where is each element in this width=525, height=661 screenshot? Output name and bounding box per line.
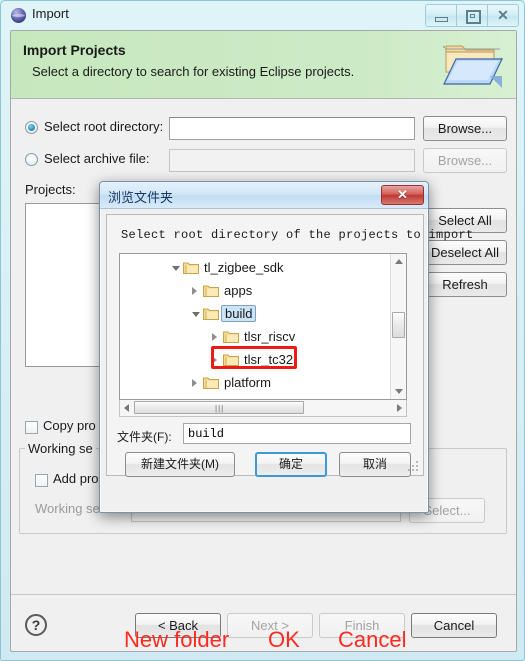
tree-node-label: platform	[224, 375, 271, 390]
import-wizard-window: Import ✕ Import Projects Select a direct…	[0, 0, 525, 661]
tree-horizontal-scrollbar[interactable]: |||	[119, 400, 407, 417]
chevron-right-icon[interactable]	[212, 333, 217, 341]
dialog-body: Select root directory of the projects to…	[106, 214, 473, 477]
chevron-down-icon[interactable]	[192, 312, 200, 321]
open-folder-icon	[442, 40, 504, 90]
folder-name-input[interactable]	[183, 423, 411, 444]
tree-node-label: tl_zigbee_sdk	[204, 260, 284, 275]
chevron-down-icon[interactable]	[172, 266, 180, 275]
window-title: Import	[32, 6, 69, 21]
minimize-icon	[435, 17, 448, 22]
cancel-dialog-button[interactable]: 取消	[339, 452, 411, 477]
window-titlebar: Import ✕	[1, 1, 525, 30]
folder-icon	[223, 353, 239, 366]
deselect-all-button[interactable]: Deselect All	[423, 240, 507, 265]
browse-root-button[interactable]: Browse...	[423, 116, 507, 141]
wizard-banner: Import Projects Select a directory to se…	[11, 31, 516, 99]
scroll-right-icon[interactable]	[397, 404, 402, 412]
folder-icon	[203, 307, 219, 320]
radio-select-root-directory[interactable]	[25, 121, 38, 134]
label-projects: Projects:	[25, 182, 76, 197]
folder-icon	[203, 284, 219, 297]
copy-projects-checkbox[interactable]	[25, 421, 38, 434]
folder-icon	[223, 330, 239, 343]
tree-hscroll-thumb[interactable]: |||	[134, 401, 304, 414]
scroll-down-icon[interactable]	[395, 389, 403, 394]
footer-separator	[11, 594, 516, 595]
page-title: Import Projects	[23, 42, 126, 58]
tree-node-label: tlsr_tc32	[244, 352, 294, 367]
dialog-close-button[interactable]: ✕	[381, 185, 424, 205]
folder-icon	[203, 376, 219, 389]
tree-node-label: tlsr_riscv	[244, 329, 296, 344]
annotation-cancel: Cancel	[338, 627, 407, 652]
dialog-title: 浏览文件夹	[108, 190, 174, 205]
tree-vertical-scrollbar[interactable]	[390, 254, 406, 399]
scroll-left-icon[interactable]	[124, 404, 129, 412]
annotation-new-folder: New folder	[124, 627, 230, 652]
tree-node-label: apps	[224, 283, 253, 298]
dialog-instruction: Select root directory of the projects to…	[121, 228, 474, 242]
add-project-checkbox[interactable]	[35, 474, 48, 487]
page-subtitle: Select a directory to search for existin…	[32, 64, 355, 79]
maximize-button[interactable]	[456, 4, 488, 27]
close-icon: ✕	[497, 7, 509, 23]
close-button[interactable]: ✕	[487, 4, 519, 27]
cancel-button[interactable]: Cancel	[411, 613, 497, 638]
tree-scroll-thumb[interactable]	[392, 312, 405, 338]
archive-file-input[interactable]	[169, 149, 415, 172]
eclipse-globe-icon	[11, 8, 26, 23]
label-select-archive-file: Select archive file:	[44, 151, 150, 166]
browse-archive-button: Browse...	[423, 148, 507, 173]
maximize-icon	[466, 10, 481, 24]
window-controls: ✕	[425, 4, 519, 27]
scroll-up-icon[interactable]	[395, 259, 403, 264]
folder-tree[interactable]: tl_zigbee_sdk apps build tlsr_riscv tlsr…	[119, 253, 407, 400]
minimize-button[interactable]	[425, 4, 457, 27]
chevron-right-icon[interactable]	[212, 356, 217, 364]
chevron-right-icon[interactable]	[192, 379, 197, 387]
new-folder-button[interactable]: 新建文件夹(M)	[125, 452, 235, 477]
label-select-root-directory: Select root directory:	[44, 119, 164, 134]
working-sets-group-label: Working se	[25, 441, 96, 456]
resize-grip-icon[interactable]	[408, 461, 419, 472]
folder-icon	[183, 261, 199, 274]
chevron-right-icon[interactable]	[192, 287, 197, 295]
annotation-ok: OK	[268, 627, 300, 652]
help-button[interactable]: ?	[25, 614, 47, 636]
radio-select-archive-file[interactable]	[25, 153, 38, 166]
root-directory-input[interactable]	[169, 117, 415, 140]
browse-folder-dialog: 浏览文件夹 ✕ Select root directory of the pro…	[99, 181, 473, 652]
refresh-button[interactable]: Refresh	[423, 272, 507, 297]
folder-name-label: 文件夹(F):	[117, 430, 172, 444]
copy-projects-label: Copy pro	[43, 418, 96, 433]
ok-button[interactable]: 确定	[255, 452, 327, 477]
dialog-titlebar: 浏览文件夹 ✕	[100, 182, 428, 209]
grip-icon: |||	[215, 404, 225, 413]
tree-node-label: build	[221, 305, 257, 322]
add-project-label: Add pro	[53, 471, 99, 486]
